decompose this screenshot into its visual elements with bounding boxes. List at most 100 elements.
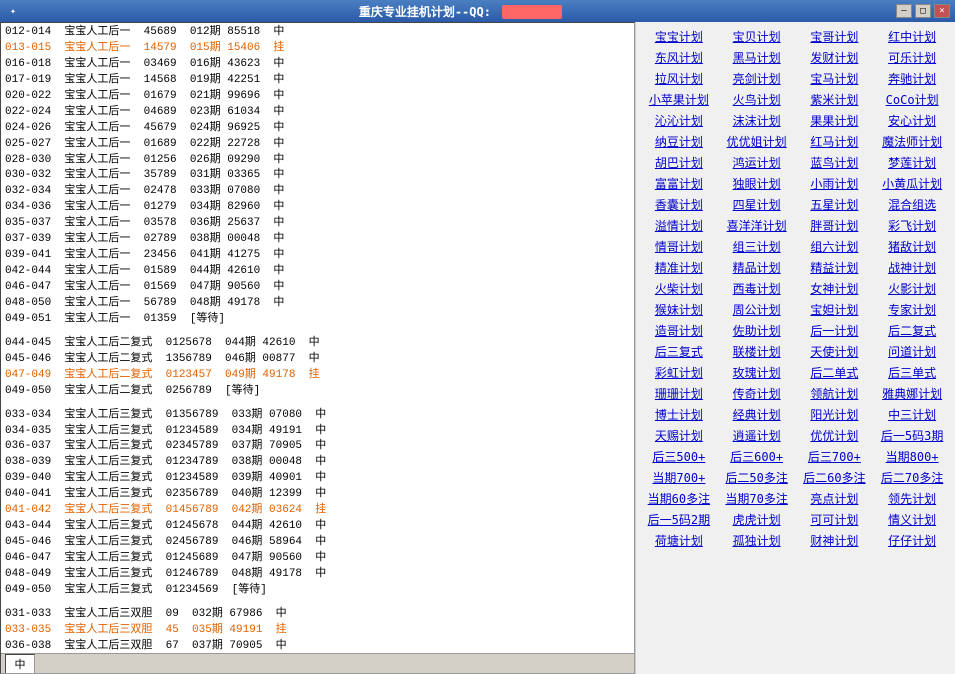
plan-link[interactable]: 情义计划 <box>873 509 951 530</box>
plan-link[interactable]: 小雨计划 <box>796 173 874 194</box>
plan-link[interactable]: 果果计划 <box>796 110 874 131</box>
plan-link[interactable]: 佐助计划 <box>718 320 796 341</box>
plan-link[interactable]: 香囊计划 <box>640 194 718 215</box>
plan-link[interactable]: 发财计划 <box>796 47 874 68</box>
plan-link[interactable]: 沫沫计划 <box>718 110 796 131</box>
plan-link[interactable]: 优优姐计划 <box>718 131 796 152</box>
plan-link[interactable]: 虎虎计划 <box>718 509 796 530</box>
plan-link[interactable]: 玫瑰计划 <box>718 362 796 383</box>
plan-link[interactable]: 后二60多注 <box>796 467 874 488</box>
plan-link[interactable]: 魔法师计划 <box>873 131 951 152</box>
plan-link[interactable]: 阳光计划 <box>796 404 874 425</box>
plan-link[interactable]: 后二50多注 <box>718 467 796 488</box>
plan-link[interactable]: CoCo计划 <box>873 89 951 110</box>
plan-link[interactable]: 后一5码2期 <box>640 509 718 530</box>
plan-link[interactable]: 彩飞计划 <box>873 215 951 236</box>
plan-link[interactable]: 胡巴计划 <box>640 152 718 173</box>
plan-link[interactable]: 财神计划 <box>796 530 874 551</box>
plan-link[interactable]: 蓝鸟计划 <box>796 152 874 173</box>
plan-link[interactable]: 当期700+ <box>640 467 718 488</box>
minimize-button[interactable]: — <box>896 4 912 18</box>
plan-link[interactable]: 小黄瓜计划 <box>873 173 951 194</box>
plan-link[interactable]: 经典计划 <box>718 404 796 425</box>
plan-link[interactable]: 沁沁计划 <box>640 110 718 131</box>
plan-link[interactable]: 后三复式 <box>640 341 718 362</box>
plan-link[interactable]: 中三计划 <box>873 404 951 425</box>
plan-link[interactable]: 四星计划 <box>718 194 796 215</box>
plan-link[interactable]: 造哥计划 <box>640 320 718 341</box>
plan-link[interactable]: 猪敌计划 <box>873 236 951 257</box>
plan-link[interactable]: 小苹果计划 <box>640 89 718 110</box>
plan-link[interactable]: 可乐计划 <box>873 47 951 68</box>
plan-link[interactable]: 逍遥计划 <box>718 425 796 446</box>
content-scroll[interactable]: 012-014 宝宝人工后一 45689 012期 85518 中013-015… <box>1 23 634 673</box>
plan-link[interactable]: 宝妲计划 <box>796 299 874 320</box>
plan-link[interactable]: 黑马计划 <box>718 47 796 68</box>
plan-link[interactable]: 组三计划 <box>718 236 796 257</box>
plan-link[interactable]: 后三700+ <box>796 446 874 467</box>
plan-link[interactable]: 纳豆计划 <box>640 131 718 152</box>
plan-link[interactable]: 周公计划 <box>718 299 796 320</box>
plan-link[interactable]: 荷塘计划 <box>640 530 718 551</box>
plan-link[interactable]: 当期60多注 <box>640 488 718 509</box>
plan-link[interactable]: 梦莲计划 <box>873 152 951 173</box>
plan-link[interactable]: 精益计划 <box>796 257 874 278</box>
plan-link[interactable]: 情哥计划 <box>640 236 718 257</box>
plan-link[interactable]: 猴妹计划 <box>640 299 718 320</box>
plan-link[interactable]: 混合组选 <box>873 194 951 215</box>
plan-link[interactable]: 拉风计划 <box>640 68 718 89</box>
plan-link[interactable]: 鸿运计划 <box>718 152 796 173</box>
plan-link[interactable]: 奔驰计划 <box>873 68 951 89</box>
close-button[interactable]: × <box>934 4 950 18</box>
plan-link[interactable]: 富富计划 <box>640 173 718 194</box>
plan-link[interactable]: 火鸟计划 <box>718 89 796 110</box>
plan-link[interactable]: 紫米计划 <box>796 89 874 110</box>
plan-link[interactable]: 后二单式 <box>796 362 874 383</box>
plan-link[interactable]: 女神计划 <box>796 278 874 299</box>
plan-link[interactable]: 精准计划 <box>640 257 718 278</box>
plan-link[interactable]: 宝马计划 <box>796 68 874 89</box>
plan-link[interactable]: 组六计划 <box>796 236 874 257</box>
plan-link[interactable]: 亮剑计划 <box>718 68 796 89</box>
maximize-button[interactable]: □ <box>915 4 931 18</box>
plan-link[interactable]: 博士计划 <box>640 404 718 425</box>
plan-link[interactable]: 问道计划 <box>873 341 951 362</box>
plan-link[interactable]: 优优计划 <box>796 425 874 446</box>
plan-link[interactable]: 后三单式 <box>873 362 951 383</box>
plan-link[interactable]: 后三500+ <box>640 446 718 467</box>
plan-link[interactable]: 珊珊计划 <box>640 383 718 404</box>
plan-link[interactable]: 红马计划 <box>796 131 874 152</box>
plan-link[interactable]: 当期70多注 <box>718 488 796 509</box>
plan-link[interactable]: 仔仔计划 <box>873 530 951 551</box>
plan-link[interactable]: 后三600+ <box>718 446 796 467</box>
plan-link[interactable]: 后一计划 <box>796 320 874 341</box>
plan-link[interactable]: 孤独计划 <box>718 530 796 551</box>
plan-link[interactable]: 天赐计划 <box>640 425 718 446</box>
plan-link[interactable]: 安心计划 <box>873 110 951 131</box>
plan-link[interactable]: 领航计划 <box>796 383 874 404</box>
plan-link[interactable]: 联楼计划 <box>718 341 796 362</box>
plan-link[interactable]: 雅典娜计划 <box>873 383 951 404</box>
plan-link[interactable]: 西毒计划 <box>718 278 796 299</box>
plan-link[interactable]: 溢情计划 <box>640 215 718 236</box>
plan-link[interactable]: 可可计划 <box>796 509 874 530</box>
plan-link[interactable]: 火影计划 <box>873 278 951 299</box>
plan-link[interactable]: 彩虹计划 <box>640 362 718 383</box>
plan-link[interactable]: 五星计划 <box>796 194 874 215</box>
plan-link[interactable]: 宝贝计划 <box>718 26 796 47</box>
plan-link[interactable]: 喜洋洋计划 <box>718 215 796 236</box>
plan-link[interactable]: 传奇计划 <box>718 383 796 404</box>
plan-link[interactable]: 后二70多注 <box>873 467 951 488</box>
plan-link[interactable]: 精品计划 <box>718 257 796 278</box>
plan-link[interactable]: 天使计划 <box>796 341 874 362</box>
plan-link[interactable]: 独眼计划 <box>718 173 796 194</box>
plan-link[interactable]: 火柴计划 <box>640 278 718 299</box>
plan-link[interactable]: 红中计划 <box>873 26 951 47</box>
plan-link[interactable]: 领先计划 <box>873 488 951 509</box>
plan-link[interactable]: 宝宝计划 <box>640 26 718 47</box>
plan-link[interactable]: 东风计划 <box>640 47 718 68</box>
plan-link[interactable]: 战神计划 <box>873 257 951 278</box>
plan-link[interactable]: 后一5码3期 <box>873 425 951 446</box>
plan-link[interactable]: 亮点计划 <box>796 488 874 509</box>
plan-link[interactable]: 后二复式 <box>873 320 951 341</box>
